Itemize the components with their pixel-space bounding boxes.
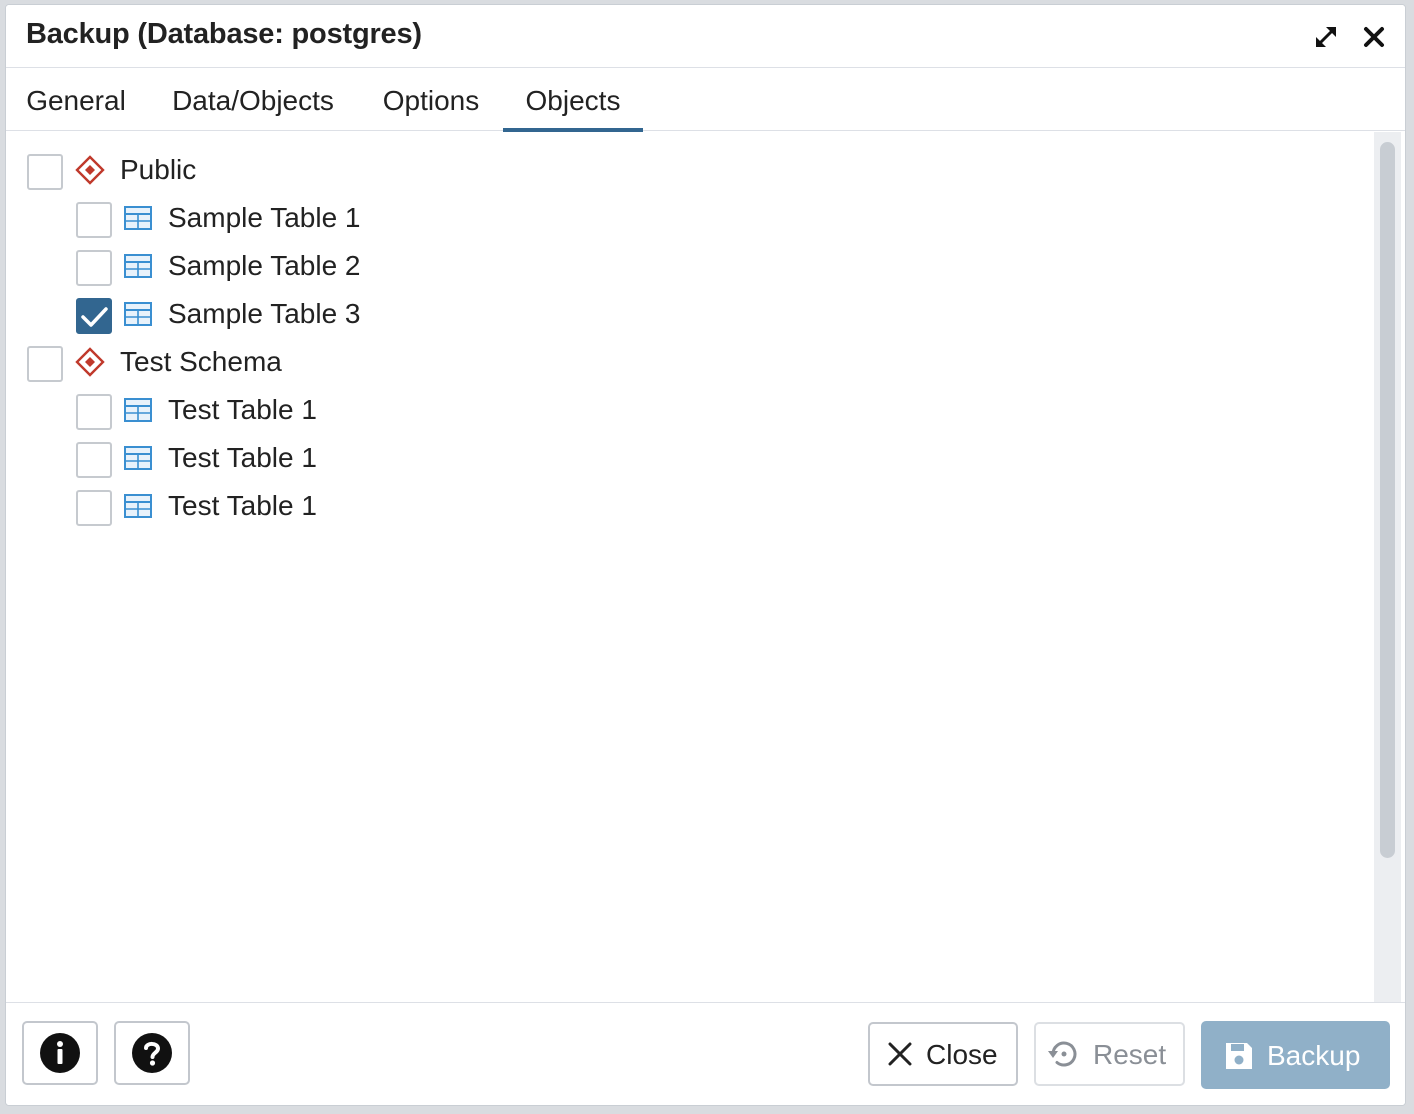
schema-checkbox[interactable] (27, 154, 63, 190)
tree-item-label: Test Schema (120, 346, 282, 377)
scrollbar-thumb[interactable] (1380, 142, 1395, 858)
table-checkbox[interactable] (76, 202, 112, 238)
checkmark-icon (81, 307, 108, 327)
tree-item-label: Public (120, 154, 197, 185)
tree-item-label: Test Table 1 (168, 394, 317, 425)
tab-objects[interactable]: Objects (503, 68, 643, 132)
close-icon (1364, 27, 1384, 47)
tree-item-schema[interactable]: Test Schema (6, 344, 806, 388)
reset-button-label: Reset (1093, 1039, 1167, 1070)
table-icon (124, 254, 152, 278)
tree-item-schema[interactable]: Public (6, 152, 806, 196)
tree-item-table[interactable]: Sample Table 1 (6, 200, 806, 244)
info-button[interactable] (22, 1021, 98, 1085)
table-checkbox[interactable] (76, 490, 112, 526)
objects-tree: Public Sample Table 1 Sample Table 2 Sam… (6, 132, 1374, 1002)
table-checkbox[interactable] (76, 442, 112, 478)
table-icon (124, 206, 152, 230)
tree-item-table[interactable]: Test Table 1 (6, 488, 806, 532)
reset-button[interactable]: Reset (1034, 1022, 1185, 1086)
maximize-button[interactable] (1310, 21, 1342, 53)
save-floppy-icon (1226, 1043, 1252, 1069)
dialog-footer: Close Reset Backup (6, 1002, 1405, 1105)
tab-data-objects[interactable]: Data/Objects (152, 68, 354, 131)
help-icon (132, 1033, 172, 1073)
schema-diamond-icon (75, 347, 105, 377)
dialog-titlebar: Backup (Database: postgres) (6, 5, 1405, 68)
close-dialog-button[interactable] (1358, 21, 1390, 53)
expand-icon (1316, 27, 1336, 47)
table-icon (124, 302, 152, 326)
schema-diamond-icon (75, 155, 105, 185)
help-button[interactable] (114, 1021, 190, 1085)
tree-item-table[interactable]: Sample Table 2 (6, 248, 806, 292)
tree-item-label: Sample Table 3 (168, 298, 361, 329)
tree-item-table[interactable]: Sample Table 3 (6, 296, 806, 340)
backup-button[interactable]: Backup (1201, 1021, 1390, 1089)
tab-general[interactable]: General (6, 68, 146, 131)
tree-item-label: Sample Table 2 (168, 250, 361, 281)
table-checkbox-checked[interactable] (76, 298, 112, 334)
vertical-scrollbar[interactable] (1374, 132, 1401, 1002)
table-checkbox[interactable] (76, 394, 112, 430)
close-button[interactable]: Close (868, 1022, 1018, 1086)
table-checkbox[interactable] (76, 250, 112, 286)
close-x-icon (888, 1042, 912, 1066)
dialog-title: Backup (Database: postgres) (26, 18, 422, 50)
tree-item-label: Test Table 1 (168, 442, 317, 473)
backup-dialog: Backup (Database: postgres) General Data… (5, 4, 1406, 1106)
close-button-label: Close (926, 1039, 998, 1070)
schema-checkbox[interactable] (27, 346, 63, 382)
backup-button-label: Backup (1267, 1040, 1361, 1071)
table-icon (124, 446, 152, 470)
table-icon (124, 398, 152, 422)
table-icon (124, 494, 152, 518)
info-icon (40, 1033, 80, 1073)
tree-item-label: Test Table 1 (168, 490, 317, 521)
reset-icon (1048, 1041, 1077, 1067)
tab-options[interactable]: Options (364, 68, 498, 131)
tree-item-table[interactable]: Test Table 1 (6, 392, 806, 436)
tab-bar: General Data/Objects Options Objects (6, 68, 1405, 132)
tree-item-label: Sample Table 1 (168, 202, 361, 233)
tree-item-table[interactable]: Test Table 1 (6, 440, 806, 484)
